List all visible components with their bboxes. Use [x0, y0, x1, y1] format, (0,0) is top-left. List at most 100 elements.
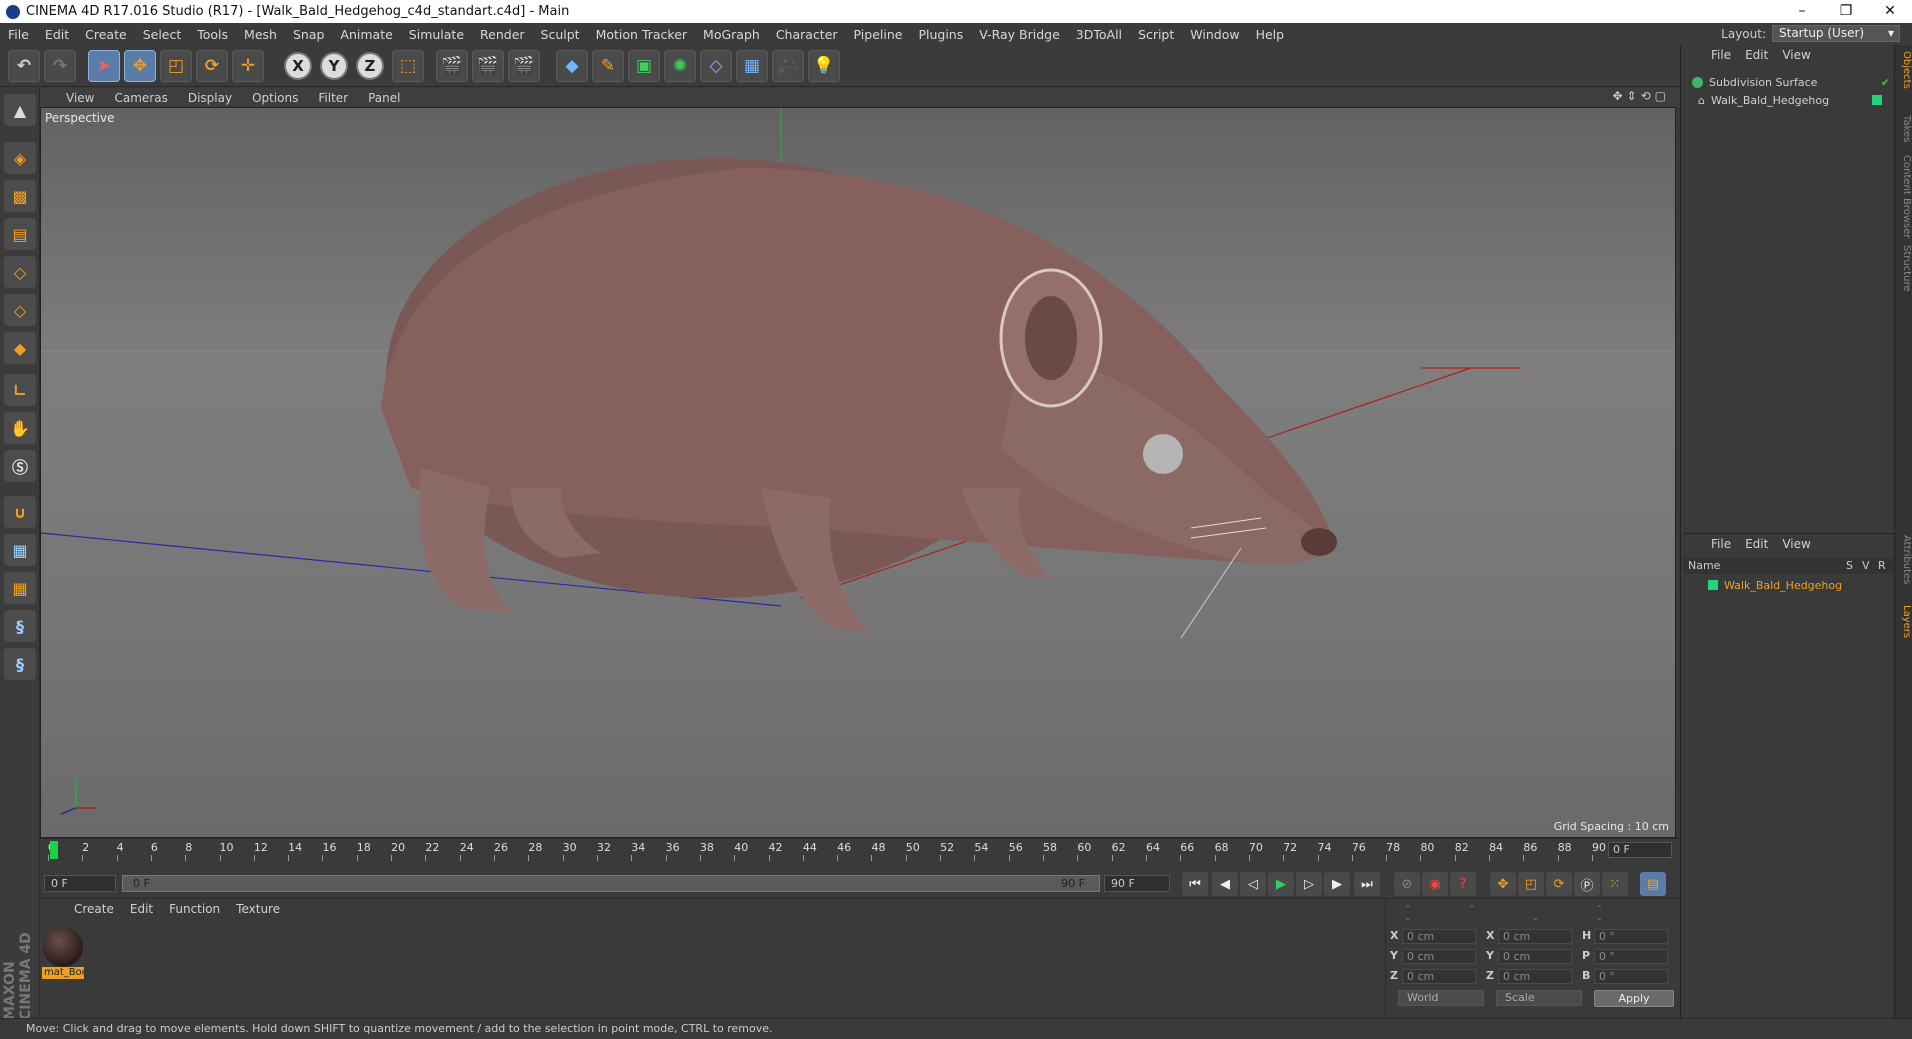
solo-mode-icon[interactable]: Ⓢ	[4, 450, 36, 482]
render-picture-viewer-icon[interactable]: 🎬	[472, 50, 504, 82]
redo-icon[interactable]: ↷	[44, 50, 76, 82]
menu-motion-tracker[interactable]: Motion Tracker	[588, 27, 695, 42]
viewport-menu-view[interactable]: View	[40, 91, 104, 105]
position-y-field[interactable]: 0 cm	[1402, 949, 1476, 964]
size-mode-select[interactable]: Scale	[1496, 990, 1582, 1006]
menu-render[interactable]: Render	[472, 27, 533, 42]
hedgehog-model[interactable]	[381, 158, 1337, 639]
undo-icon[interactable]: ↶	[8, 50, 40, 82]
menu-select[interactable]: Select	[135, 27, 190, 42]
texture-mode-icon[interactable]: ▩	[4, 180, 36, 212]
floor-scene-icon[interactable]: ▦	[736, 50, 768, 82]
coordinate-system-icon[interactable]: ⬚	[392, 50, 424, 82]
minimize-button[interactable]: –	[1780, 0, 1824, 23]
menu-character[interactable]: Character	[768, 27, 846, 42]
menu-help[interactable]: Help	[1248, 27, 1293, 42]
enabled-check-icon[interactable]: ✔	[1881, 76, 1890, 89]
play-icon[interactable]: ▶	[1268, 872, 1294, 896]
material-menu-edit[interactable]: Edit	[122, 902, 161, 916]
om-menu-view[interactable]: View	[1775, 48, 1817, 62]
close-button[interactable]: ✕	[1868, 0, 1912, 23]
menu-pipeline[interactable]: Pipeline	[846, 27, 911, 42]
camera-icon[interactable]: 🎥	[772, 50, 804, 82]
current-frame-field[interactable]: 0 F	[1608, 842, 1672, 858]
menu-vray-bridge[interactable]: V-Ray Bridge	[971, 27, 1068, 42]
menu-3dtoall[interactable]: 3DToAll	[1068, 27, 1130, 42]
viewport-menu-cameras[interactable]: Cameras	[104, 91, 177, 105]
cloner-icon[interactable]: ✺	[664, 50, 696, 82]
spline-pen-icon[interactable]: ✎	[592, 50, 624, 82]
live-selection-icon[interactable]: ✛	[232, 50, 264, 82]
viewport-navigation-icons[interactable]: ✥⇕⟲▢	[1612, 89, 1670, 103]
cube-primitive-icon[interactable]: ◆	[556, 50, 588, 82]
menu-mograph[interactable]: MoGraph	[695, 27, 768, 42]
key-scale-icon[interactable]: ◰	[1518, 872, 1544, 896]
go-to-start-icon[interactable]: ⏮	[1182, 872, 1208, 896]
size-y-field[interactable]: 0 cm	[1498, 949, 1572, 964]
rotation-p-field[interactable]: 0 °	[1594, 949, 1668, 964]
workplane-lock-icon[interactable]: ▦	[4, 534, 36, 566]
snap-magnet-icon[interactable]: ∪	[4, 496, 36, 528]
viewport-menu-display[interactable]: Display	[178, 91, 242, 105]
start-frame-field[interactable]: 0 F	[44, 875, 116, 892]
axis-mode-icon[interactable]: ∟	[4, 374, 36, 406]
restore-button[interactable]: ❐	[1824, 0, 1868, 23]
select-arrow-icon[interactable]: ➤	[88, 50, 120, 82]
size-x-field[interactable]: 0 cm	[1498, 929, 1572, 944]
object-row-walk-bald-hedgehog[interactable]: ⌂ Walk_Bald_Hedgehog	[1684, 91, 1894, 109]
key-rotation-icon[interactable]: ⟳	[1546, 872, 1572, 896]
tab-layers[interactable]: Layers	[1896, 605, 1912, 638]
workplane-mode-icon[interactable]: ▤	[4, 218, 36, 250]
previous-frame-icon[interactable]: ◁	[1240, 872, 1266, 896]
light-icon[interactable]: 💡	[808, 50, 840, 82]
lm-menu-edit[interactable]: Edit	[1738, 537, 1775, 551]
menu-script[interactable]: Script	[1130, 27, 1182, 42]
om-menu-file[interactable]: File	[1704, 48, 1738, 62]
layer-color-swatch[interactable]	[1708, 580, 1718, 590]
layer-row-walk-bald-hedgehog[interactable]: Walk_Bald_Hedgehog	[1684, 576, 1894, 594]
timeline-window-icon[interactable]: ▤	[1640, 872, 1666, 896]
deformer-icon[interactable]: ◇	[700, 50, 732, 82]
viewport-menu-panel[interactable]: Panel	[358, 91, 410, 105]
material-swatch[interactable]: mat_Boc	[42, 927, 84, 981]
tweak-mode-icon[interactable]: ✋	[4, 412, 36, 444]
menu-simulate[interactable]: Simulate	[401, 27, 472, 42]
tab-objects[interactable]: Objects	[1896, 51, 1912, 89]
python-script-icon[interactable]: §	[4, 610, 36, 642]
scale-tool-icon[interactable]: ◰	[160, 50, 192, 82]
material-menu-create[interactable]: Create	[66, 902, 122, 916]
viewport-menu-filter[interactable]: Filter	[308, 91, 358, 105]
record-keys-disabled-icon[interactable]: ⊘	[1394, 872, 1420, 896]
tab-takes[interactable]: Takes	[1896, 115, 1912, 142]
menu-mesh[interactable]: Mesh	[236, 27, 285, 42]
menu-snap[interactable]: Snap	[285, 27, 332, 42]
key-pla-icon[interactable]: ⁙	[1602, 872, 1628, 896]
z-axis-lock-icon[interactable]: Z	[356, 52, 384, 80]
render-view-icon[interactable]: 🎬	[436, 50, 468, 82]
menu-sculpt[interactable]: Sculpt	[533, 27, 588, 42]
points-mode-icon[interactable]: ◇	[4, 256, 36, 288]
timeline-ruler[interactable]: 0246810121416182022242628303234363840424…	[48, 841, 1608, 861]
material-menu-texture[interactable]: Texture	[228, 902, 288, 916]
layer-color-swatch[interactable]	[1872, 95, 1882, 105]
timeline[interactable]: 0246810121416182022242628303234363840424…	[40, 838, 1680, 862]
apply-button[interactable]: Apply	[1594, 990, 1674, 1007]
viewport-menu-options[interactable]: Options	[242, 91, 308, 105]
material-menu-function[interactable]: Function	[161, 902, 228, 916]
rotation-h-field[interactable]: 0 °	[1594, 929, 1668, 944]
menu-plugins[interactable]: Plugins	[910, 27, 971, 42]
size-z-field[interactable]: 0 cm	[1498, 969, 1572, 984]
position-z-field[interactable]: 0 cm	[1402, 969, 1476, 984]
coordinate-space-select[interactable]: World	[1398, 990, 1484, 1006]
perspective-viewport[interactable]: Perspective Grid Spacing : 10 cm	[40, 107, 1676, 838]
python-script-2-icon[interactable]: §	[4, 648, 36, 680]
menu-file[interactable]: File	[0, 27, 37, 42]
model-mode-icon[interactable]: ◈	[4, 142, 36, 174]
make-editable-icon[interactable]: ▲	[4, 94, 36, 126]
next-key-icon[interactable]: ▶	[1324, 872, 1350, 896]
planar-workplane-icon[interactable]: ▦	[4, 572, 36, 604]
end-frame-field[interactable]: 90 F	[1104, 875, 1170, 892]
subdivision-surface-icon[interactable]: ▣	[628, 50, 660, 82]
timeline-playhead[interactable]	[50, 841, 58, 859]
menu-create[interactable]: Create	[77, 27, 135, 42]
